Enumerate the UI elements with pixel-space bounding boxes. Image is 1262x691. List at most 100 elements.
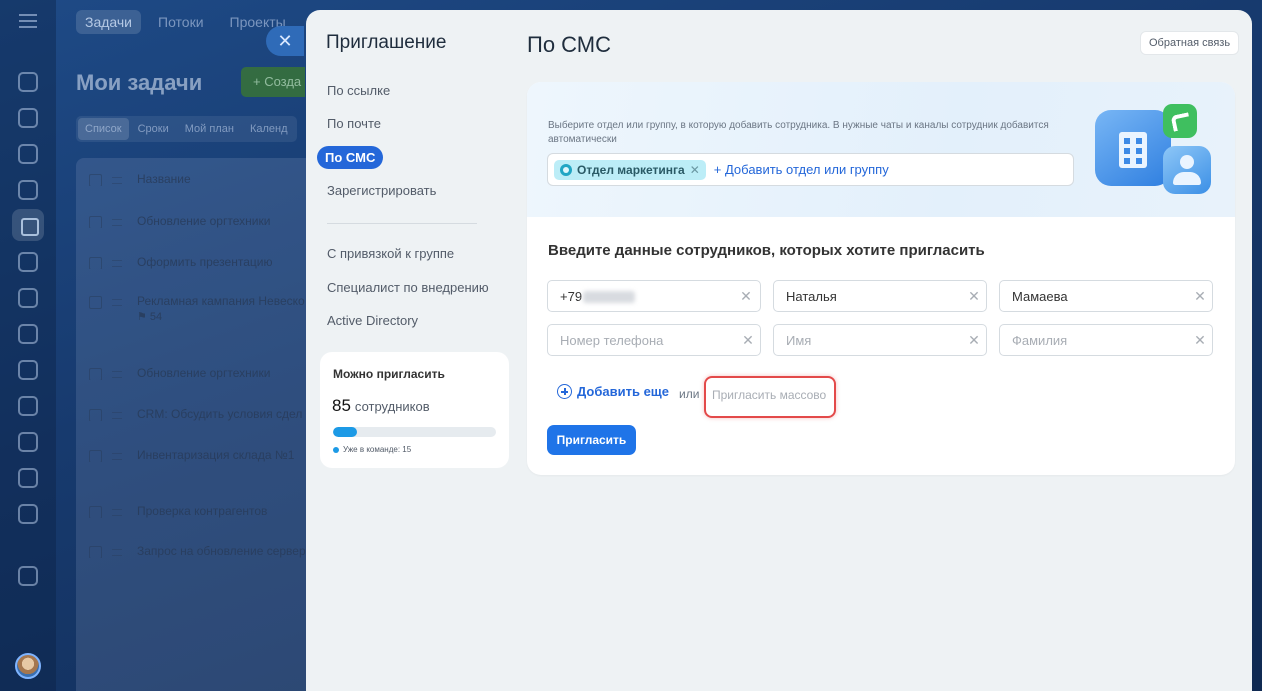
automation-icon[interactable]	[18, 432, 38, 452]
table-row[interactable]: CRM: Обсудить условия сдел	[76, 407, 316, 421]
left-rail	[0, 0, 56, 691]
menu-icon[interactable]	[19, 14, 37, 28]
clear-icon[interactable]: ✕	[736, 332, 760, 349]
table-row[interactable]: Проверка контрагентов	[76, 504, 316, 518]
department-selector[interactable]: Отдел маркетинга ✕ + Добавить отдел или …	[547, 153, 1074, 186]
row-title: Рекламная кампания Невеско	[137, 294, 305, 308]
avatar[interactable]	[15, 653, 41, 679]
table-row[interactable]: Запрос на обновление сервер	[76, 544, 316, 558]
last-name-input[interactable]	[1000, 325, 1188, 355]
table-row[interactable]: Рекламная кампания Невеско ⚑ 54	[76, 294, 316, 323]
form-title: Введите данные сотрудников, которых хоти…	[548, 242, 985, 259]
nav-active-directory[interactable]: Active Directory	[327, 313, 418, 328]
feed-icon[interactable]	[18, 72, 38, 92]
crm-icon[interactable]	[18, 288, 38, 308]
clear-icon[interactable]: ✕	[732, 288, 760, 305]
phone-field[interactable]: ✕	[547, 324, 761, 356]
chat-icon[interactable]	[18, 144, 38, 164]
grid-header: Название	[76, 172, 316, 186]
legend-dot-icon	[333, 446, 339, 453]
table-row[interactable]: Обновление оргтехники	[76, 214, 316, 228]
row-title: Оформить презентацию	[137, 255, 273, 269]
add-more-button[interactable]: Добавить еще	[557, 384, 669, 399]
plus-circle-icon	[557, 384, 572, 399]
task-grid: Название Обновление оргтехники Оформить …	[76, 158, 316, 691]
quota-title: Можно пригласить	[333, 367, 445, 381]
team-icon[interactable]	[18, 504, 38, 524]
view-switcher: Список Сроки Мой план Календ	[76, 116, 297, 142]
invite-quota-card: Можно пригласить 85 сотрудников Уже в ком…	[320, 352, 509, 468]
sms-invite-card: Выберите отдел или группу, в которую доб…	[527, 82, 1235, 475]
view-plan[interactable]: Мой план	[178, 118, 241, 140]
table-row[interactable]: Инвентаризация склада №1	[76, 448, 316, 462]
first-name-input[interactable]	[774, 281, 962, 311]
cart-icon[interactable]	[18, 468, 38, 488]
first-name-field[interactable]: ✕	[773, 324, 987, 356]
last-name-input[interactable]	[1000, 281, 1188, 311]
nav-by-sms[interactable]: По СМС	[317, 146, 384, 169]
quota-count-label: сотрудников	[354, 399, 430, 414]
phone-value-text: +79	[560, 288, 583, 304]
row-title: Проверка контрагентов	[137, 504, 268, 518]
department-hint: Выберите отдел или группу, в которую доб…	[548, 120, 1049, 145]
row-title: Инвентаризация склада №1	[137, 448, 295, 462]
sidebar-divider	[327, 223, 477, 224]
table-row[interactable]: Оформить презентацию	[76, 255, 316, 269]
quota-legend: Уже в команде: 15	[333, 445, 411, 454]
clear-icon[interactable]: ✕	[1188, 288, 1212, 305]
row-title: Запрос на обновление сервер	[137, 544, 306, 558]
add-department-link[interactable]: + Добавить отдел или группу	[714, 162, 889, 177]
department-chip[interactable]: Отдел маркетинга ✕	[554, 159, 706, 180]
first-name-field[interactable]: ✕	[773, 280, 987, 312]
settings-icon[interactable]	[18, 566, 38, 586]
table-row[interactable]: Обновление оргтехники	[76, 366, 316, 380]
phone-input[interactable]	[548, 325, 736, 355]
department-section: Выберите отдел или группу, в которую доб…	[527, 82, 1235, 217]
add-more-label: Добавить еще	[577, 384, 670, 399]
feedback-button[interactable]: Обратная связь	[1140, 31, 1240, 55]
office-building-icon	[1095, 110, 1171, 186]
row-title: Обновление оргтехники	[137, 214, 271, 228]
page-title: Мои задачи	[76, 70, 203, 95]
phone-field[interactable]: +79 ✕	[547, 280, 761, 312]
nav-by-email[interactable]: По почте	[327, 116, 381, 131]
redacted-digits	[583, 291, 636, 304]
or-label: или	[679, 387, 700, 401]
clear-icon[interactable]: ✕	[962, 332, 986, 349]
filter-icon[interactable]	[18, 360, 38, 380]
clear-icon[interactable]: ✕	[962, 288, 986, 305]
row-title: CRM: Обсудить условия сдел	[137, 407, 303, 421]
view-calendar[interactable]: Календ	[243, 118, 295, 140]
mail-icon[interactable]	[18, 252, 38, 272]
tasks-icon[interactable]	[12, 209, 44, 241]
view-deadlines[interactable]: Сроки	[131, 118, 176, 140]
quota-count: 85 сотрудников	[332, 396, 430, 416]
phone-value[interactable]: +79	[548, 289, 732, 304]
last-name-field[interactable]: ✕	[999, 324, 1213, 356]
department-icon	[560, 163, 572, 176]
document-icon[interactable]	[18, 108, 38, 128]
sign-icon[interactable]	[18, 324, 38, 344]
mass-invite-link[interactable]: Пригласить массово	[704, 376, 836, 418]
create-button[interactable]: + Созда	[241, 67, 305, 97]
invite-sidebar: Приглашение По ссылке По почте По СМС За…	[306, 10, 526, 691]
invite-button[interactable]: Пригласить	[547, 425, 636, 455]
last-name-field[interactable]: ✕	[999, 280, 1213, 312]
nav-register[interactable]: Зарегистрировать	[327, 183, 436, 198]
clear-icon[interactable]: ✕	[1188, 332, 1212, 349]
nav-by-link[interactable]: По ссылке	[327, 83, 390, 98]
list-icon[interactable]	[18, 396, 38, 416]
nav-with-group[interactable]: С привязкой к группе	[327, 246, 454, 261]
close-icon[interactable]: ✕	[266, 26, 304, 56]
first-name-input[interactable]	[774, 325, 962, 355]
dialog-title: По СМС	[527, 32, 612, 57]
nav-integrator[interactable]: Специалист по внедрению	[327, 280, 489, 295]
tab-flows[interactable]: Потоки	[149, 10, 213, 34]
department-chip-label: Отдел маркетинга	[577, 162, 685, 177]
calendar-icon[interactable]	[18, 180, 38, 200]
view-list[interactable]: Список	[78, 118, 129, 140]
tab-tasks[interactable]: Задачи	[76, 10, 142, 34]
quota-legend-label: Уже в команде: 15	[343, 445, 412, 454]
remove-chip-icon[interactable]: ✕	[690, 163, 700, 177]
quota-progress-fill	[333, 427, 358, 437]
